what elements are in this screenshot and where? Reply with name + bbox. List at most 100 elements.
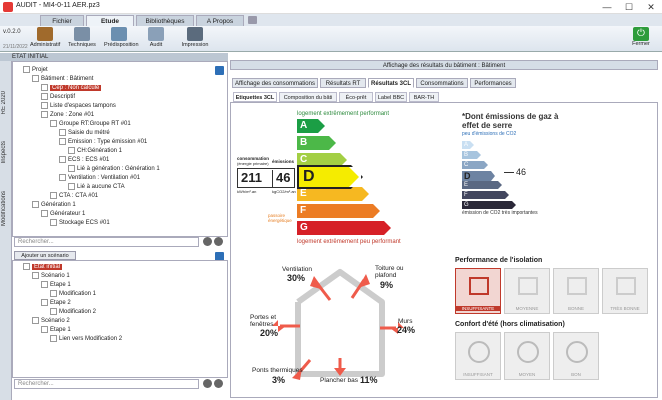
maximize-button[interactable]: ☐	[618, 0, 640, 14]
tree-node[interactable]: Liste d'espaces tampons	[41, 102, 116, 111]
tab-etude[interactable]: Etude	[86, 15, 134, 26]
tree-node[interactable]: Descriptif	[41, 93, 75, 102]
tree-expand-icon[interactable]	[215, 66, 224, 75]
save-icon[interactable]	[248, 16, 257, 24]
emission-label: émissions	[272, 159, 295, 164]
tree-node[interactable]: Cep : Non calculé	[41, 84, 102, 93]
tree-node[interactable]: Bâtiment : Bâtiment	[32, 75, 93, 84]
audit-button[interactable]: Audit	[141, 27, 171, 51]
tree-node[interactable]: Etape 1	[41, 326, 71, 335]
node-icon	[32, 75, 39, 82]
search-prev-icon[interactable]	[203, 237, 212, 246]
face-icon	[517, 341, 539, 363]
node-icon	[59, 129, 66, 136]
isolation-level: BONNE	[553, 268, 599, 314]
window-title: AUDIT - MI4-0-11 AER.pz3	[16, 2, 100, 9]
node-label: Génération 1	[41, 202, 76, 209]
portes-pct: 20%	[260, 328, 279, 338]
close-window-button[interactable]: ✕	[640, 0, 662, 14]
ges-class-c: C	[462, 161, 488, 169]
tab-resultats-rt[interactable]: Résultats RT	[320, 78, 366, 88]
tree-node[interactable]: Lié à aucune CTA	[68, 183, 125, 192]
isolation-level-label: BONNE	[567, 306, 584, 311]
ges-class-g: G	[462, 201, 516, 209]
tree-node[interactable]: CTA : CTA #01	[50, 192, 98, 201]
add-scenario-button[interactable]: Ajouter un scénario	[14, 251, 76, 260]
node-icon	[59, 138, 66, 145]
energy-bottom-text: logement extrêmement peu performant	[297, 239, 401, 245]
tree-node[interactable]: Etape 2	[41, 299, 71, 308]
tree-node[interactable]: Modification 2	[50, 308, 96, 317]
tree-node[interactable]: Projet	[23, 66, 48, 75]
tree-node[interactable]: Etat initial	[23, 263, 63, 272]
tab-resultats-3cl[interactable]: Résultats 3CL	[368, 78, 414, 88]
impression-button[interactable]: Impression	[180, 27, 210, 51]
energy-class-b: B	[297, 136, 336, 150]
node-label: Saisie du métré	[68, 130, 110, 137]
search-next-icon[interactable]	[214, 237, 223, 246]
techniques-button[interactable]: Techniques	[67, 27, 97, 51]
tree-node[interactable]: Scénario 1	[32, 272, 70, 281]
ges-class-b: B	[462, 151, 481, 159]
search2-next-icon[interactable]	[214, 379, 223, 388]
administratif-button[interactable]: Administratif	[30, 27, 60, 51]
tree-node[interactable]: Ventilation : Ventilation #01	[59, 174, 140, 183]
tree-node[interactable]: Emission : Type émission #01	[59, 138, 147, 147]
ribbon	[0, 26, 662, 52]
tab-consommations[interactable]: Consommations	[416, 78, 468, 88]
tree-node[interactable]: Saisie du métré	[59, 129, 110, 138]
energy-class-g: G	[297, 221, 391, 235]
isolation-level: INSUFFISANTE	[455, 268, 501, 314]
house-icon	[111, 27, 127, 41]
tree-node[interactable]: Groupe RT:Groupe RT #01	[50, 120, 131, 129]
confort-level-label: INSUFFISANT	[463, 372, 493, 377]
value-box: 211 46	[237, 168, 295, 188]
node-icon	[41, 93, 48, 100]
tree-node[interactable]: Lien vers Modification 2	[50, 335, 122, 344]
fermer-button[interactable]: ⏻ Fermer	[626, 27, 656, 51]
house-icon	[616, 277, 636, 295]
subtab-composition-bati[interactable]: Composition du bâti	[279, 92, 337, 102]
tree-node[interactable]: Scénario 2	[32, 317, 70, 326]
tree-node[interactable]: Générateur 1	[41, 210, 85, 219]
node-label: ECS : ECS #01	[68, 157, 110, 164]
subtab-label-bbc[interactable]: Label BBC	[375, 92, 407, 102]
scenario-search-input[interactable]: Rechercher...	[14, 379, 199, 389]
side-tab-modifications[interactable]: Modifications	[1, 191, 7, 226]
search2-prev-icon[interactable]	[203, 379, 212, 388]
node-icon	[41, 299, 48, 306]
node-label: Emission : Type émission #01	[68, 139, 148, 146]
minimize-button[interactable]: —	[596, 0, 618, 14]
tab-performances[interactable]: Performances	[470, 78, 516, 88]
node-icon	[50, 120, 57, 127]
tab-bibliotheques[interactable]: Bibliothèques	[136, 15, 194, 26]
tree-node[interactable]: ECS : ECS #01	[59, 156, 109, 165]
tree-node[interactable]: Stockage ECS #01	[50, 219, 110, 228]
tab-a-propos[interactable]: A Propos	[196, 15, 244, 26]
node-label: CH:Génération 1	[77, 148, 123, 155]
subtab-eco-pret[interactable]: Éco-prêt	[339, 92, 373, 102]
node-label: Etape 2	[50, 300, 71, 307]
tree-node[interactable]: Modification 1	[50, 290, 96, 299]
node-label: Zone : Zone #01	[50, 112, 95, 119]
tools-icon	[74, 27, 90, 41]
node-icon	[68, 147, 75, 154]
murs-label: Murs	[398, 318, 413, 325]
scenario-tree: Etat initial Scénario 1 Etape 1 Modificatio…	[12, 260, 228, 378]
house-icon	[469, 277, 489, 295]
tree-node[interactable]: Etape 1	[41, 281, 71, 290]
tab-fichier[interactable]: Fichier	[40, 15, 84, 26]
tree-search-input[interactable]: Rechercher...	[14, 237, 199, 247]
tree-node[interactable]: CH:Génération 1	[68, 147, 122, 156]
portes-label: Portes et fenêtres	[250, 314, 277, 328]
subtab-bar-th[interactable]: BAR-TH	[409, 92, 439, 102]
tree-node[interactable]: Lié à génération : Génération 1	[68, 165, 160, 174]
side-tab-re2020[interactable]: RE 2020	[1, 91, 7, 114]
subtab-etiquettes-3cl[interactable]: Etiquettes 3CL	[233, 92, 277, 102]
predisposition-button[interactable]: Prédisposition	[104, 27, 139, 51]
tree-node[interactable]: Zone : Zone #01	[41, 111, 94, 120]
tab-affichage-consommations[interactable]: Affichage des consommations	[232, 78, 318, 88]
ponts-pct: 3%	[272, 375, 286, 385]
side-tab-inspects[interactable]: Inspects	[1, 141, 7, 163]
tree-node[interactable]: Génération 1	[32, 201, 76, 210]
